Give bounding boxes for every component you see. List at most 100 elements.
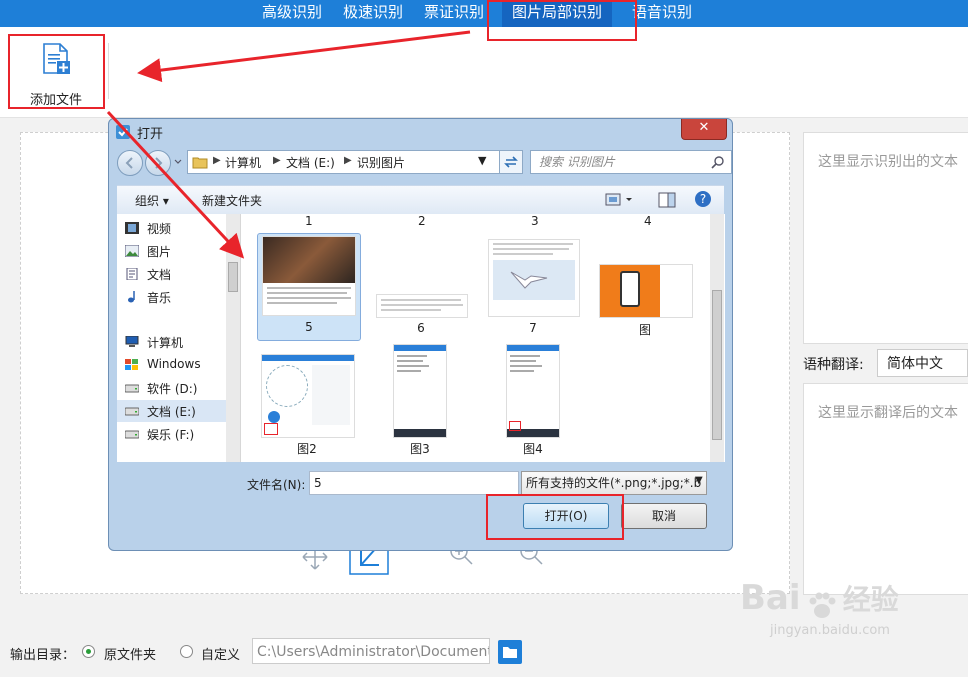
col-number-label: 3 [531, 214, 539, 228]
nav-item-drive-e[interactable]: 文档 (E:) [147, 403, 196, 420]
file-thumbnail[interactable] [488, 239, 580, 317]
arrow-right-icon [155, 157, 163, 169]
nav-scrollbar[interactable] [226, 214, 240, 462]
tab-voice-ocr[interactable]: 语音识别 [632, 0, 692, 27]
nav-scroll-thumb[interactable] [228, 262, 238, 292]
video-icon [125, 222, 139, 234]
nav-item-documents[interactable]: 文档 [147, 266, 171, 283]
result-placeholder: 这里显示识别出的文本 [818, 154, 958, 170]
music-icon [128, 291, 135, 303]
file-name: 图 [638, 323, 651, 337]
search-input[interactable]: 搜索 识别图片 [530, 150, 732, 174]
watermark-brand: Bai [740, 578, 801, 618]
view-options-icon[interactable] [605, 192, 635, 208]
back-button[interactable] [117, 150, 143, 176]
translation-text-panel[interactable]: 这里显示翻译后的文本 [803, 383, 968, 595]
file-name: 图4 [523, 442, 543, 456]
output-dir-label: 输出目录： [10, 648, 76, 663]
radio-source-folder[interactable] [82, 645, 95, 658]
toolbar: 添加文件 [0, 27, 968, 118]
organize-menu[interactable]: 组织 ▾ [135, 192, 169, 209]
windows-drive-icon [125, 359, 138, 370]
cancel-button[interactable]: 取消 [621, 503, 707, 529]
file-thumbnail[interactable] [376, 294, 468, 318]
dialog-title: 打开 [137, 127, 164, 142]
nav-item-windows-drive[interactable]: Windows [147, 357, 201, 371]
file-scrollbar[interactable] [710, 214, 724, 462]
col-number-label: 1 [305, 214, 313, 228]
dialog-nav-row: ▶ 计算机 ▶ 文档 (E:) ▶ 识别图片 ▼ 搜索 识别图片 [117, 149, 732, 177]
filetype-select[interactable]: 所有支持的文件(*.png;*.jpg;*.b [521, 471, 707, 495]
file-thumbnail[interactable] [393, 344, 447, 438]
translation-placeholder: 这里显示翻译后的文本 [818, 405, 958, 421]
address-bar[interactable]: ▶ 计算机 ▶ 文档 (E:) ▶ 识别图片 ▼ [187, 150, 507, 174]
file-thumbnail[interactable] [261, 354, 355, 438]
refresh-icon [504, 156, 518, 168]
refresh-button[interactable] [499, 150, 523, 174]
chevron-right-icon: ▶ [273, 155, 281, 166]
watermark-brand-2: 经验 [842, 583, 899, 616]
col-number-label: 2 [418, 214, 426, 228]
tab-ticket-ocr[interactable]: 票证识别 [424, 0, 484, 27]
browse-folder-button[interactable] [498, 640, 522, 664]
file-name: 图2 [297, 442, 317, 456]
seagull-image [510, 271, 548, 289]
folder-icon [192, 157, 208, 169]
nav-item-computer[interactable]: 计算机 [147, 334, 183, 351]
search-icon [711, 156, 724, 169]
breadcrumb-documents[interactable]: 文档 (E:) [286, 154, 335, 171]
dialog-close-button[interactable]: ✕ [681, 119, 727, 140]
tab-advanced-ocr[interactable]: 高级识别 [262, 0, 322, 27]
file-item-selected[interactable]: 5 [257, 233, 361, 341]
drive-icon [125, 430, 139, 439]
nav-item-videos[interactable]: 视频 [147, 220, 171, 237]
radio-custom-label: 自定义 [201, 648, 241, 663]
file-scroll-thumb[interactable] [712, 290, 722, 440]
nav-item-pictures[interactable]: 图片 [147, 243, 171, 260]
radio-custom-folder[interactable] [180, 645, 193, 658]
tab-fast-ocr[interactable]: 极速识别 [343, 0, 403, 27]
new-folder-button[interactable]: 新建文件夹 [202, 192, 262, 209]
filetype-dropdown-icon[interactable]: ▼ [695, 475, 703, 486]
chevron-right-icon: ▶ [344, 155, 352, 166]
forward-button[interactable] [145, 150, 171, 176]
translate-label: 语种翻译: [803, 357, 864, 373]
arrow-left-icon [125, 157, 133, 169]
help-icon[interactable]: ? [694, 190, 712, 208]
paw-logo [809, 592, 836, 618]
history-dropdown-icon[interactable] [173, 150, 183, 174]
file-thumbnail[interactable] [599, 264, 693, 318]
file-thumbnail [262, 236, 356, 316]
computer-icon [125, 336, 139, 347]
col-number-label: 4 [644, 214, 652, 228]
result-text-panel[interactable]: 这里显示识别出的文本 [803, 132, 968, 344]
file-thumbnail[interactable] [506, 344, 560, 438]
nav-item-drive-f[interactable]: 娱乐 (F:) [147, 426, 194, 443]
navigation-pane: 视频 图片 文档 音乐 计算机 Windows 软件 (D:) 文档 (E:) … [117, 214, 240, 462]
nav-item-drive-d[interactable]: 软件 (D:) [147, 380, 197, 397]
file-name: 图3 [410, 442, 430, 456]
pictures-icon [125, 245, 139, 257]
svg-text:?: ? [700, 192, 706, 206]
open-file-dialog: 打开 ✕ ▶ 计算机 ▶ 文档 (E:) ▶ 识别图片 ▼ 搜索 识别图片 组织… [108, 118, 733, 551]
dialog-command-bar: 组织 ▾ 新建文件夹 ? [117, 185, 724, 215]
nav-item-music[interactable]: 音乐 [147, 289, 171, 306]
address-dropdown-icon[interactable]: ▼ [478, 154, 486, 167]
file-name: 5 [305, 320, 313, 334]
radio-source-label: 原文件夹 [104, 648, 157, 663]
translate-language-select[interactable]: 简体中文 [877, 349, 968, 377]
filename-label: 文件名(N): [247, 478, 306, 492]
top-navigation: 高级识别 极速识别 票证识别 图片局部识别 语音识别 [0, 0, 968, 27]
preview-pane-icon[interactable] [658, 192, 676, 208]
output-path-input[interactable]: C:\Users\Administrator\Documents [252, 638, 490, 664]
drive-icon [125, 407, 139, 416]
breadcrumb-ocr-images[interactable]: 识别图片 [357, 154, 405, 171]
file-name: 6 [417, 321, 425, 335]
file-thumbnail-pane: 1 2 3 4 5 6 7 图 图2 图3 图4 [240, 214, 725, 462]
filename-input[interactable]: 5 [309, 471, 519, 495]
annotation-box-tab [487, 0, 637, 41]
chevron-right-icon: ▶ [213, 155, 221, 166]
file-name: 7 [529, 321, 537, 335]
watermark: Bai 经验 jingyan.baidu.com [740, 578, 899, 638]
breadcrumb-computer[interactable]: 计算机 [225, 154, 261, 171]
